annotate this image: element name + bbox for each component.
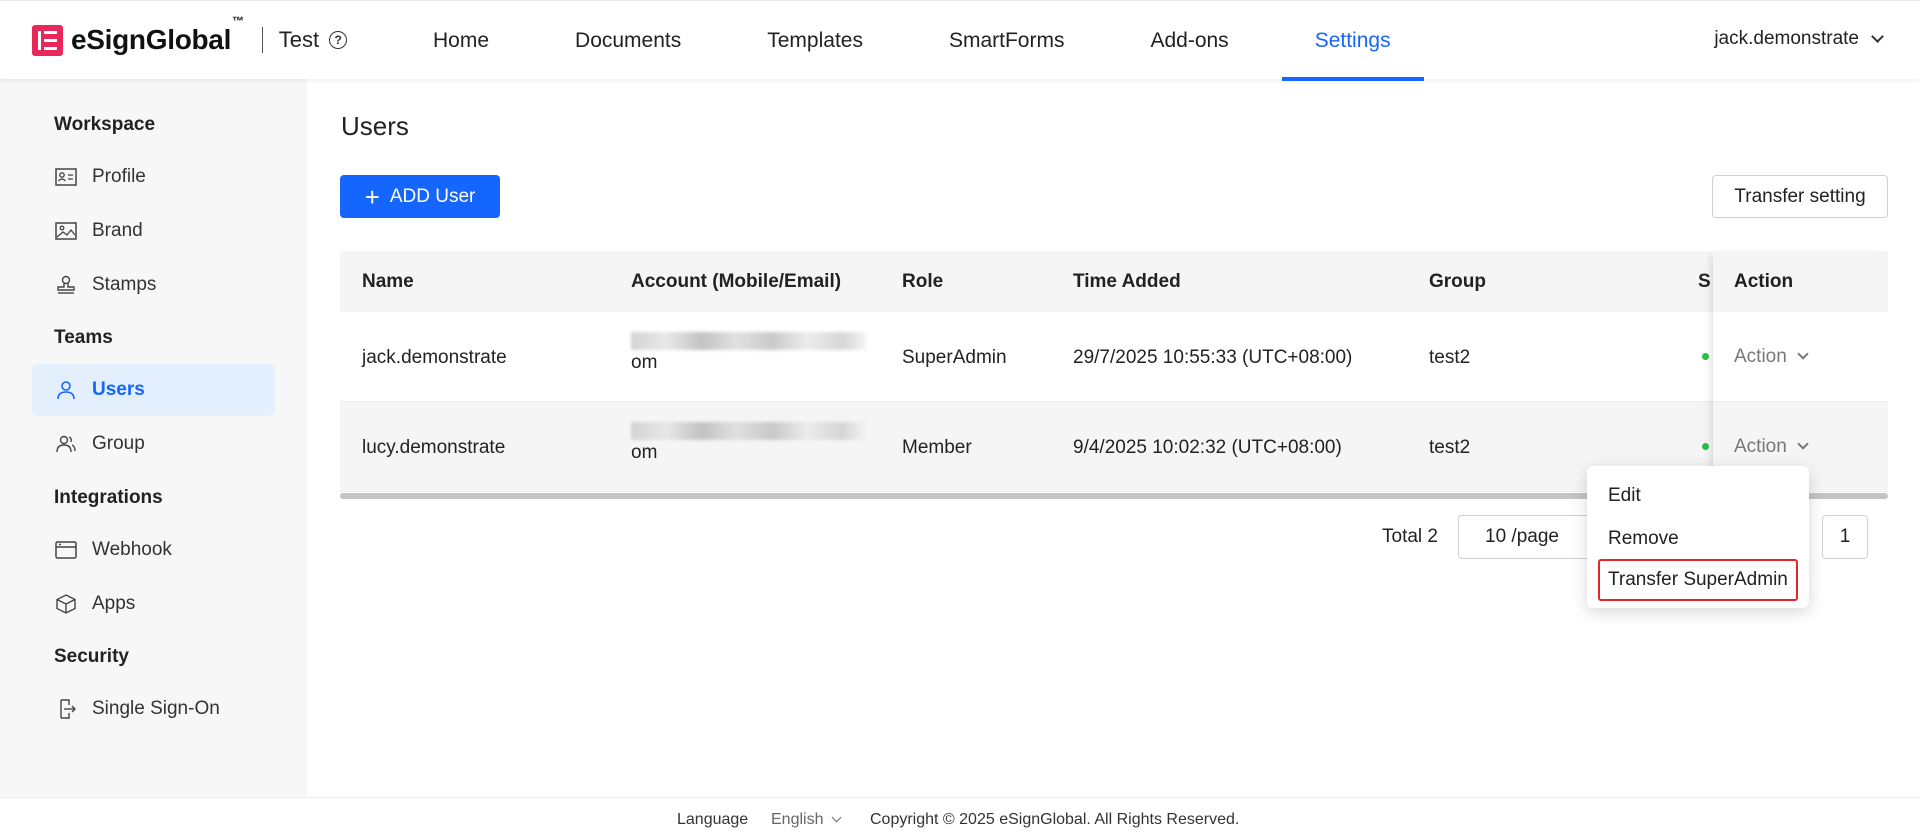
- help-icon[interactable]: ?: [329, 31, 348, 49]
- user-name: jack.demonstrate: [1714, 28, 1859, 49]
- logo-mark-icon: [32, 24, 63, 56]
- user-name-cell: jack.demonstrate: [362, 347, 507, 368]
- logo-divider: [261, 27, 263, 53]
- account-cell: om: [631, 422, 871, 464]
- settings-sidebar: Workspace Profile Brand Stamps Teams Use…: [0, 79, 307, 797]
- col-status: S: [1698, 271, 1711, 292]
- menu-item-remove[interactable]: Remove: [1598, 518, 1798, 560]
- stamp-icon: [54, 275, 78, 295]
- add-user-button[interactable]: + ADD User: [340, 175, 500, 218]
- sso-icon: [54, 699, 78, 719]
- status-dot: [1702, 353, 1709, 360]
- user-menu[interactable]: jack.demonstrate: [1714, 28, 1884, 50]
- user-icon: [54, 380, 78, 400]
- section-title-integrations: Integrations: [54, 487, 163, 508]
- chevron-down-icon: [1797, 348, 1809, 360]
- group-icon: [54, 434, 78, 454]
- main-content: Users + ADD User Transfer setting Name A…: [307, 79, 1920, 797]
- page-title: Users: [341, 111, 409, 141]
- sidebar-item-apps[interactable]: Apps: [32, 578, 275, 630]
- row-action-dropdown[interactable]: Action: [1713, 312, 1888, 402]
- brand-name: eSignGlobal™: [71, 14, 244, 55]
- language-select[interactable]: English: [771, 811, 842, 829]
- chevron-down-icon: [1871, 30, 1884, 43]
- plus-icon: +: [364, 181, 380, 212]
- brand-logo[interactable]: eSignGlobal™ Test ?: [32, 14, 348, 56]
- transfer-setting-button[interactable]: Transfer setting: [1712, 175, 1888, 218]
- sidebar-item-profile[interactable]: Profile: [32, 151, 275, 203]
- nav-smartforms[interactable]: SmartForms: [916, 1, 1098, 80]
- time-added-cell: 9/4/2025 10:02:32 (UTC+08:00): [1073, 437, 1342, 458]
- menu-item-edit[interactable]: Edit: [1598, 475, 1798, 517]
- section-title-security: Security: [54, 646, 129, 667]
- nav-templates[interactable]: Templates: [734, 1, 896, 80]
- col-action: Action: [1713, 251, 1888, 312]
- col-name: Name: [362, 271, 414, 292]
- language-label: Language: [677, 811, 749, 828]
- action-dropdown-menu: Edit Remove Transfer SuperAdmin: [1587, 466, 1809, 608]
- main-nav: Home Documents Templates SmartForms Add-…: [400, 1, 1444, 81]
- group-cell: test2: [1429, 437, 1471, 458]
- sidebar-item-stamps[interactable]: Stamps: [32, 259, 275, 311]
- col-group: Group: [1429, 271, 1486, 292]
- col-time-added: Time Added: [1073, 271, 1181, 292]
- id-card-icon: [54, 167, 78, 187]
- redacted-account: [631, 422, 866, 440]
- sidebar-item-sso[interactable]: Single Sign-On: [32, 683, 275, 735]
- redacted-account: [631, 332, 866, 350]
- sidebar-item-group[interactable]: Group: [32, 418, 275, 470]
- copyright-text: Copyright © 2025 eSignGlobal. All Rights…: [870, 811, 1240, 828]
- pagination-page-1[interactable]: 1: [1822, 515, 1868, 559]
- chevron-down-icon: [832, 812, 842, 823]
- users-table: Name Account (Mobile/Email) Role Time Ad…: [340, 251, 1888, 492]
- action-column-fixed: Action Action Action: [1713, 251, 1888, 492]
- table-row: jack.demonstrate om SuperAdmin 29/7/2025…: [340, 312, 1888, 402]
- status-dot: [1702, 443, 1709, 450]
- group-cell: test2: [1429, 347, 1471, 368]
- table-header: Name Account (Mobile/Email) Role Time Ad…: [340, 251, 1888, 312]
- top-header: eSignGlobal™ Test ? Home Documents Templ…: [0, 0, 1920, 81]
- section-title-workspace: Workspace: [54, 114, 156, 135]
- nav-addons[interactable]: Add-ons: [1117, 1, 1261, 80]
- col-account: Account (Mobile/Email): [631, 271, 842, 292]
- image-icon: [54, 221, 78, 241]
- sidebar-item-brand[interactable]: Brand: [32, 205, 275, 257]
- menu-item-transfer-superadmin[interactable]: Transfer SuperAdmin: [1598, 559, 1798, 601]
- user-name-cell: lucy.demonstrate: [362, 437, 506, 458]
- sidebar-item-webhook[interactable]: Webhook: [32, 524, 275, 576]
- workspace-name: Test: [278, 27, 320, 52]
- cube-icon: [54, 594, 78, 614]
- pagination-total: Total 2: [1382, 526, 1438, 547]
- sidebar-item-users[interactable]: Users: [32, 364, 275, 416]
- role-cell: SuperAdmin: [902, 347, 1007, 368]
- col-role: Role: [902, 271, 944, 292]
- nav-settings[interactable]: Settings: [1281, 1, 1424, 81]
- account-cell: om: [631, 332, 871, 374]
- webhook-icon: [54, 540, 78, 560]
- chevron-down-icon: [1797, 438, 1809, 450]
- nav-documents[interactable]: Documents: [542, 1, 714, 80]
- page-footer: Language English Copyright © 2025 eSignG…: [0, 797, 1920, 840]
- page-size-select[interactable]: 10 /page: [1458, 515, 1608, 559]
- role-cell: Member: [902, 437, 972, 458]
- section-title-teams: Teams: [54, 327, 113, 348]
- time-added-cell: 29/7/2025 10:55:33 (UTC+08:00): [1073, 347, 1353, 368]
- nav-home[interactable]: Home: [400, 1, 522, 80]
